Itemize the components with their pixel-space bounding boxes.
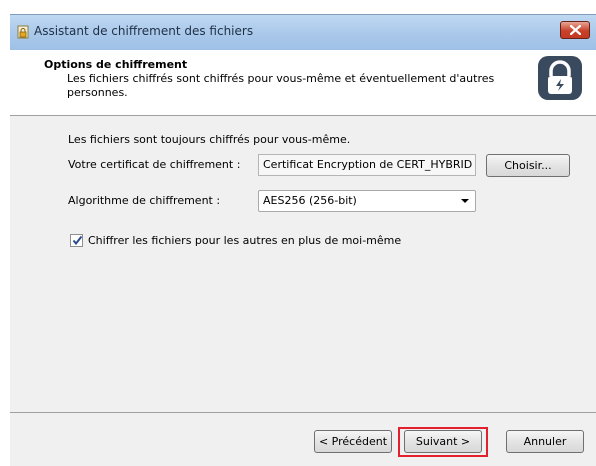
algorithm-selected-value: AES256 (256-bit) xyxy=(263,194,357,207)
wizard-body: Les fichiers sont toujours chiffrés pour… xyxy=(10,116,596,412)
window-title: Assistant de chiffrement des fichiers xyxy=(34,24,254,38)
checkmark-icon xyxy=(72,235,83,246)
next-button[interactable]: Suivant > xyxy=(404,430,482,453)
lock-file-icon xyxy=(16,25,30,39)
encrypt-others-label[interactable]: Chiffrer les fichiers pour les autres en… xyxy=(88,234,401,247)
page-description: Les fichiers chiffrés sont chiffrés pour… xyxy=(67,72,495,99)
choose-certificate-button[interactable]: Choisir... xyxy=(486,154,570,177)
cancel-button[interactable]: Annuler xyxy=(506,430,584,453)
algorithm-select[interactable]: AES256 (256-bit) xyxy=(258,190,476,212)
certificate-field: Certificat Encryption de CERT_HYBRID xyxy=(258,154,476,176)
chevron-down-icon xyxy=(461,199,469,203)
title-bar[interactable]: Assistant de chiffrement des fichiers xyxy=(10,14,596,51)
lock-icon xyxy=(536,54,584,102)
certificate-label: Votre certificat de chiffrement : xyxy=(68,158,241,171)
wizard-header: Options de chiffrement Les fichiers chif… xyxy=(10,50,596,116)
close-button[interactable] xyxy=(560,21,590,39)
encryption-wizard-window: Assistant de chiffrement des fichiers Op… xyxy=(0,0,596,466)
encrypt-others-checkbox[interactable] xyxy=(70,234,83,247)
intro-text: Les fichiers sont toujours chiffrés pour… xyxy=(68,133,351,146)
page-title: Options de chiffrement xyxy=(44,58,188,71)
back-button[interactable]: < Précédent xyxy=(314,430,392,453)
wizard-footer: < Précédent Suivant > Annuler xyxy=(10,412,596,466)
close-icon xyxy=(570,25,581,35)
algorithm-label: Algorithme de chiffrement : xyxy=(68,194,221,207)
